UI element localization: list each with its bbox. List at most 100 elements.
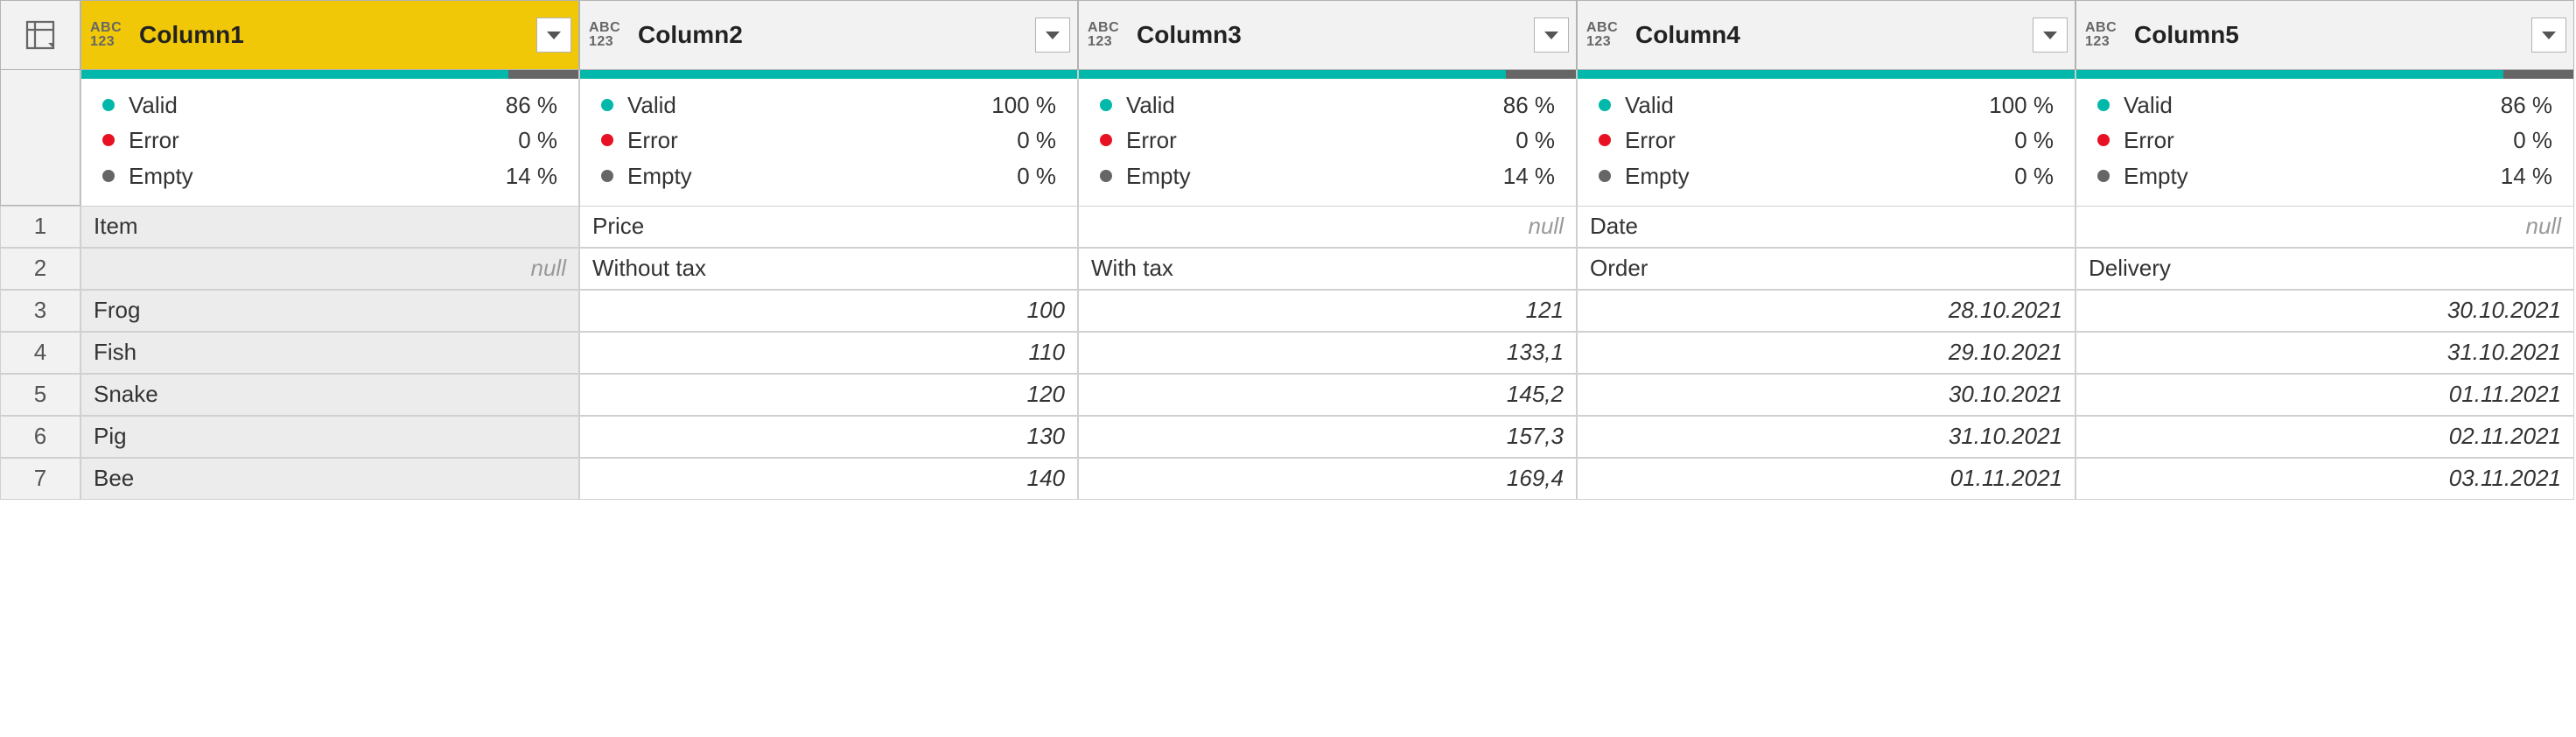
data-cell[interactable]: 145,2 [1078, 374, 1577, 416]
column-header[interactable]: ABC123Column5 [2076, 0, 2574, 70]
data-cell[interactable]: Snake [80, 374, 579, 416]
quality-error-label: Error [1126, 123, 1177, 158]
quality-empty-value: 0 % [2014, 158, 2054, 193]
quality-error-label: Error [627, 123, 678, 158]
column-quality-cell: Valid100 %Error0 %Empty0 % [579, 70, 1078, 206]
chevron-down-icon [546, 30, 562, 40]
quality-valid-row: Valid86 % [1100, 88, 1555, 123]
data-cell[interactable]: 28.10.2021 [1577, 290, 2076, 332]
quality-error-label: Error [2124, 123, 2174, 158]
data-cell[interactable]: 30.10.2021 [2076, 290, 2574, 332]
column-filter-button[interactable] [2531, 18, 2566, 53]
data-cell[interactable]: Frog [80, 290, 579, 332]
row-number[interactable]: 3 [0, 290, 80, 332]
type-abc123-icon[interactable]: ABC123 [1088, 21, 1130, 49]
data-cell[interactable]: Delivery [2076, 248, 2574, 290]
data-cell[interactable]: 140 [579, 458, 1078, 500]
data-cell[interactable]: null [1078, 206, 1577, 248]
type-abc123-icon[interactable]: ABC123 [1586, 21, 1628, 49]
data-cell[interactable]: Bee [80, 458, 579, 500]
data-cell[interactable]: 03.11.2021 [2076, 458, 2574, 500]
data-cell[interactable]: Price [579, 206, 1078, 248]
quality-error-row: Error0 % [102, 123, 557, 158]
column-name-label: Column2 [631, 21, 1035, 49]
data-cell[interactable]: 29.10.2021 [1577, 332, 2076, 374]
data-cell[interactable]: 110 [579, 332, 1078, 374]
type-abc123-icon[interactable]: ABC123 [2085, 21, 2127, 49]
type-num-label: 123 [2085, 35, 2110, 49]
data-cell[interactable]: null [2076, 206, 2574, 248]
row-number[interactable]: 6 [0, 416, 80, 458]
chevron-down-icon [2042, 30, 2058, 40]
error-dot-icon [1599, 134, 1611, 146]
data-cell[interactable]: 157,3 [1078, 416, 1577, 458]
data-cell[interactable]: 31.10.2021 [1577, 416, 2076, 458]
row-number[interactable]: 5 [0, 374, 80, 416]
quality-empty-row: Empty0 % [1599, 158, 2054, 193]
data-cell[interactable]: Without tax [579, 248, 1078, 290]
data-cell[interactable]: 133,1 [1078, 332, 1577, 374]
type-abc123-icon[interactable]: ABC123 [589, 21, 631, 49]
quality-valid-row: Valid100 % [1599, 88, 2054, 123]
empty-dot-icon [102, 170, 115, 182]
column-header[interactable]: ABC123Column2 [579, 0, 1078, 70]
valid-dot-icon [1100, 99, 1112, 111]
chevron-down-icon [2541, 30, 2557, 40]
data-cell[interactable]: 121 [1078, 290, 1577, 332]
quality-error-value: 0 % [1017, 123, 1056, 158]
data-cell[interactable]: Order [1577, 248, 2076, 290]
data-cell[interactable]: Date [1577, 206, 2076, 248]
error-dot-icon [102, 134, 115, 146]
quality-empty-row: Empty14 % [1100, 158, 1555, 193]
data-cell[interactable]: Pig [80, 416, 579, 458]
quality-bar [1578, 70, 2075, 79]
type-abc-label: ABC [1088, 21, 1119, 35]
quality-bar-valid [1079, 70, 1506, 79]
data-cell[interactable]: 130 [579, 416, 1078, 458]
column-header[interactable]: ABC123Column3 [1078, 0, 1577, 70]
chevron-down-icon [1045, 30, 1060, 40]
type-abc-label: ABC [1586, 21, 1618, 35]
data-cell[interactable]: Item [80, 206, 579, 248]
valid-dot-icon [1599, 99, 1611, 111]
type-abc123-icon[interactable]: ABC123 [90, 21, 132, 49]
data-cell[interactable]: 30.10.2021 [1577, 374, 2076, 416]
quality-empty-row: Empty14 % [2097, 158, 2552, 193]
row-number[interactable]: 2 [0, 248, 80, 290]
quality-valid-label: Valid [129, 88, 178, 123]
empty-dot-icon [1100, 170, 1112, 182]
quality-valid-row: Valid86 % [102, 88, 557, 123]
quality-valid-label: Valid [627, 88, 676, 123]
valid-dot-icon [2097, 99, 2110, 111]
quality-bar-valid [580, 70, 1077, 79]
column-filter-button[interactable] [1035, 18, 1070, 53]
data-cell[interactable]: null [80, 248, 579, 290]
column-filter-button[interactable] [1534, 18, 1569, 53]
data-cell[interactable]: With tax [1078, 248, 1577, 290]
table-corner-button[interactable] [0, 0, 80, 70]
column-filter-button[interactable] [2033, 18, 2068, 53]
quality-empty-value: 14 % [506, 158, 557, 193]
column-header[interactable]: ABC123Column1 [80, 0, 579, 70]
valid-dot-icon [102, 99, 115, 111]
data-cell[interactable]: 120 [579, 374, 1078, 416]
data-cell[interactable]: 02.11.2021 [2076, 416, 2574, 458]
data-cell[interactable]: 31.10.2021 [2076, 332, 2574, 374]
row-number[interactable]: 7 [0, 458, 80, 500]
column-header[interactable]: ABC123Column4 [1577, 0, 2076, 70]
quality-bar-empty [2503, 70, 2573, 79]
data-cell[interactable]: 100 [579, 290, 1078, 332]
quality-empty-row: Empty0 % [601, 158, 1056, 193]
data-cell[interactable]: 01.11.2021 [2076, 374, 2574, 416]
quality-empty-row: Empty14 % [102, 158, 557, 193]
type-abc-label: ABC [589, 21, 620, 35]
quality-empty-value: 14 % [2501, 158, 2552, 193]
row-number[interactable]: 1 [0, 206, 80, 248]
row-number[interactable]: 4 [0, 332, 80, 374]
data-cell[interactable]: 169,4 [1078, 458, 1577, 500]
quality-bar [2076, 70, 2573, 79]
data-cell[interactable]: 01.11.2021 [1577, 458, 2076, 500]
quality-stats: Valid100 %Error0 %Empty0 % [1578, 79, 2075, 206]
data-cell[interactable]: Fish [80, 332, 579, 374]
column-filter-button[interactable] [536, 18, 571, 53]
